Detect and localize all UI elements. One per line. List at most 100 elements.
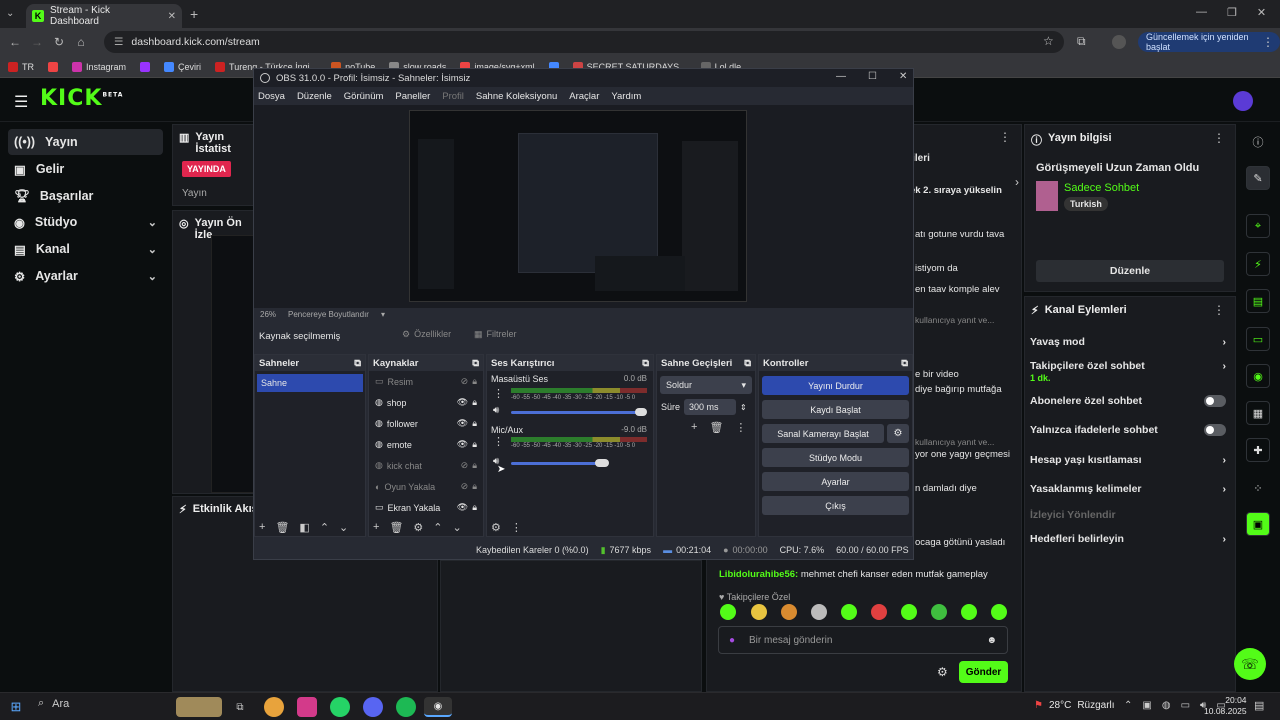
chevron-right-icon[interactable]: › [1015, 175, 1019, 189]
start-virtual-camera-button[interactable]: Sanal Kamerayı Başlat [762, 424, 884, 443]
lock-icon[interactable]: 🔒︎ [472, 418, 483, 429]
banned-words-item[interactable]: Yasaklanmış kelimeler › [1030, 483, 1226, 495]
undock-icon[interactable]: ⧉ [354, 358, 361, 369]
emote-icon[interactable] [901, 604, 917, 620]
emote-icon[interactable] [751, 604, 767, 620]
user-avatar[interactable] [1233, 91, 1253, 111]
nav-item-basarilar[interactable]: 🏆︎ Başarılar [8, 183, 163, 209]
browser-tab[interactable]: K Stream - Kick Dashboard ✕ [26, 4, 182, 28]
start-recording-button[interactable]: Kaydı Başlat [762, 400, 909, 419]
duration-input[interactable]: 300 ms [684, 399, 737, 415]
kick-logo[interactable]: KICKBETA [40, 86, 123, 111]
broadcast-icon[interactable]: ◉ [1246, 364, 1270, 388]
task-view-icon[interactable]: ⧉ [230, 697, 250, 717]
wrench-icon[interactable]: ✚ [1246, 438, 1270, 462]
hidden-icon[interactable]: ⊘ [461, 460, 469, 471]
home-icon[interactable]: ⌂ [70, 35, 92, 49]
more-icon[interactable]: ⋮ [1213, 303, 1225, 317]
transition-select[interactable]: Soldur ▾ [660, 376, 752, 394]
minimize-icon[interactable]: — [836, 71, 846, 82]
followers-only-item[interactable]: Takipçilere özel sohbet 1 dk. › [1030, 360, 1226, 384]
instagram-icon[interactable] [297, 697, 317, 717]
bookmark-item[interactable] [48, 61, 58, 72]
more-icon[interactable]: ⋮ [999, 130, 1011, 144]
lock-icon[interactable]: 🔒︎ [472, 460, 483, 471]
menu-araclar[interactable]: Araçlar [569, 91, 599, 102]
info-icon[interactable]: ⓘ [1246, 130, 1270, 154]
menu-dosya[interactable]: Dosya [258, 91, 285, 102]
browser-menu-icon[interactable]: ⋮ [1262, 35, 1274, 49]
lock-icon[interactable]: 🔒︎ [472, 439, 483, 450]
maximize-icon[interactable]: ❐ [1227, 6, 1237, 19]
settings-button[interactable]: Ayarlar [762, 472, 909, 491]
profile-avatar[interactable] [1112, 35, 1126, 49]
preview-video[interactable] [211, 235, 257, 493]
bookmark-item[interactable]: TR [8, 61, 34, 72]
windows-start-icon[interactable]: ⊞ [6, 697, 26, 717]
network-icon[interactable]: ▭ [1181, 700, 1190, 711]
document-icon[interactable]: ▤ [1246, 289, 1270, 313]
lock-icon[interactable]: 🔒︎ [472, 397, 483, 408]
nav-item-studyo[interactable]: ◉ Stüdyo ⌄ [8, 209, 163, 235]
obs-preview-canvas[interactable] [409, 110, 747, 302]
layout-icon[interactable]: ▦ [1246, 401, 1270, 425]
nav-item-kanal[interactable]: ▤ Kanal ⌄ [8, 236, 163, 262]
weather-widget[interactable]: ⚑ 28°C Rüzgarlı [1034, 700, 1115, 711]
stepper-icon[interactable]: ⇕ [740, 403, 747, 412]
virtual-camera-settings-icon[interactable]: ⚙ [887, 424, 909, 443]
more-icon[interactable]: ⋮ [1213, 131, 1225, 145]
chevron-down-icon[interactable]: ▾ [381, 310, 385, 319]
eye-icon[interactable]: 👁︎ [457, 418, 468, 429]
undock-icon[interactable]: ⧉ [642, 358, 649, 369]
down-icon[interactable]: ⌄ [339, 521, 348, 534]
tab-list-icon[interactable]: ⌄ [6, 8, 14, 19]
trash-icon[interactable]: 🗑︎ [709, 421, 723, 434]
speaker-icon[interactable]: 🔊︎ [493, 405, 499, 416]
subscribers-only-toggle[interactable] [1204, 395, 1226, 407]
emote-icon[interactable] [781, 604, 797, 620]
more-icon[interactable]: ⋮ [735, 421, 746, 434]
send-button[interactable]: Gönder [959, 661, 1008, 683]
tray-app-icon[interactable]: ◍ [1162, 700, 1171, 711]
update-restart-button[interactable]: Güncellemek için yeniden başlat [1138, 32, 1280, 52]
maximize-icon[interactable]: ☐ [868, 71, 877, 82]
studio-mode-button[interactable]: Stüdyo Modu [762, 448, 909, 467]
set-goals-item[interactable]: Hedefleri belirleyin › [1030, 533, 1226, 545]
menu-duzenle[interactable]: Düzenle [297, 91, 332, 102]
hidden-icon[interactable]: ⊘ [461, 481, 469, 492]
more-icon[interactable]: ⋮ [493, 387, 504, 400]
bolt-icon[interactable]: ⚡︎ [1246, 252, 1270, 276]
site-info-icon[interactable]: ☰ [114, 36, 123, 48]
bookmark-item[interactable]: Çeviri [164, 61, 201, 72]
slider-handle[interactable] [595, 459, 609, 467]
category-link[interactable]: Sadece Sohbet [1064, 182, 1139, 194]
forward-icon[interactable]: → [26, 35, 48, 49]
emote-icon[interactable] [841, 604, 857, 620]
emote-icon[interactable] [961, 604, 977, 620]
discord-icon[interactable] [363, 697, 383, 717]
source-item[interactable]: ▭ Ekran Yakala 👁︎ 🔒︎ [369, 497, 483, 518]
undock-icon[interactable]: ⧉ [472, 358, 479, 369]
filter-icon[interactable]: ◧ [299, 521, 309, 534]
chat-settings-icon[interactable]: ⚙ [937, 665, 948, 679]
chrome-icon[interactable] [264, 697, 284, 717]
up-icon[interactable]: ⌃ [320, 521, 329, 534]
game-icon[interactable]: ▣ [1246, 512, 1270, 536]
menu-gorunum[interactable]: Görünüm [344, 91, 384, 102]
hamburger-menu-icon[interactable]: ☰ [14, 92, 28, 112]
new-tab-icon[interactable]: + [190, 6, 198, 22]
target-icon[interactable]: ⌖ [1246, 214, 1270, 238]
chat-message-input[interactable]: ● Bir mesaj gönderin ☻ [718, 626, 1008, 654]
clock[interactable]: 20:04 10.08.2025 [1204, 695, 1247, 717]
source-item[interactable]: ◍ emote 👁︎ 🔒︎ [369, 434, 483, 455]
scene-item[interactable]: Sahne [257, 374, 363, 392]
bookmark-star-icon[interactable]: ☆ [1043, 34, 1054, 48]
nav-item-ayarlar[interactable]: ⚙ Ayarlar ⌄ [8, 263, 163, 289]
close-window-icon[interactable]: ✕ [899, 71, 907, 82]
add-icon[interactable]: + [373, 521, 379, 534]
eye-icon[interactable]: 👁︎ [457, 439, 468, 450]
chat-icon[interactable]: ▭ [1246, 327, 1270, 351]
source-item[interactable]: ◍ shop 👁︎ 🔒︎ [369, 392, 483, 413]
source-item[interactable]: ◐ Oyun Yakala ⊘ 🔒︎ [369, 476, 483, 497]
hidden-icon[interactable]: ⊘ [461, 376, 469, 387]
